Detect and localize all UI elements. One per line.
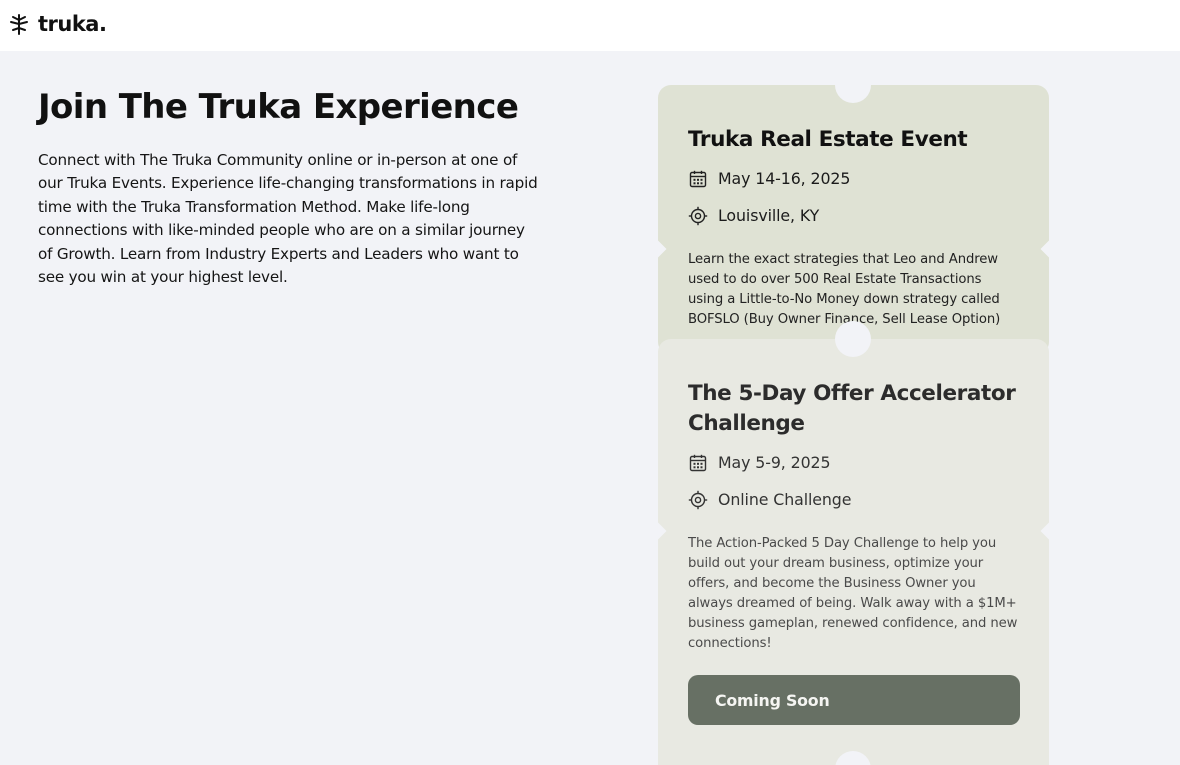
event-card-offer-accelerator[interactable]: The 5-Day Offer Accelerator Challenge Ma… <box>649 321 1058 765</box>
event-date-text: May 14-16, 2025 <box>718 169 851 188</box>
calendar-icon <box>689 454 707 471</box>
coming-soon-button[interactable]: Coming Soon <box>688 675 1020 725</box>
event-date: May 14-16, 2025 <box>688 165 1019 192</box>
event-location: Online Challenge <box>688 486 1019 513</box>
ticket-notch <box>835 321 871 357</box>
intro-section: Join The Truka Experience Connect with T… <box>38 85 538 289</box>
ticket-notch <box>1040 522 1058 540</box>
event-description: Learn the exact strategies that Leo and … <box>688 252 1001 327</box>
intro-description: Connect with The Truka Community online … <box>38 151 538 287</box>
tree-icon <box>10 14 28 35</box>
event-location: Louisville, KY <box>688 202 1019 229</box>
ticket-notch <box>649 522 667 540</box>
event-title: Truka Real Estate Event <box>688 127 968 152</box>
ticket-notch <box>835 67 871 103</box>
location-target-icon <box>688 490 708 509</box>
page-title: Join The Truka Experience <box>38 87 519 127</box>
ticket-notch <box>649 240 667 258</box>
site-header: truka. <box>0 0 1180 51</box>
event-location-text: Louisville, KY <box>718 206 820 225</box>
logo-text: truka. <box>38 12 107 36</box>
logo[interactable]: truka. <box>8 12 107 36</box>
event-date-text: May 5-9, 2025 <box>718 453 831 472</box>
ticket-notch <box>1040 240 1058 258</box>
event-date: May 5-9, 2025 <box>688 449 1019 476</box>
ticket-notch <box>835 751 871 765</box>
event-title: The 5-Day Offer Accelerator Challenge <box>688 381 1016 436</box>
event-location-text: Online Challenge <box>718 490 852 509</box>
event-card-real-estate[interactable]: Truka Real Estate Event May 14-16, 2025 <box>649 67 1058 355</box>
calendar-icon <box>689 170 707 187</box>
location-target-icon <box>688 206 708 225</box>
event-description: The Action-Packed 5 Day Challenge to hel… <box>688 536 1018 651</box>
